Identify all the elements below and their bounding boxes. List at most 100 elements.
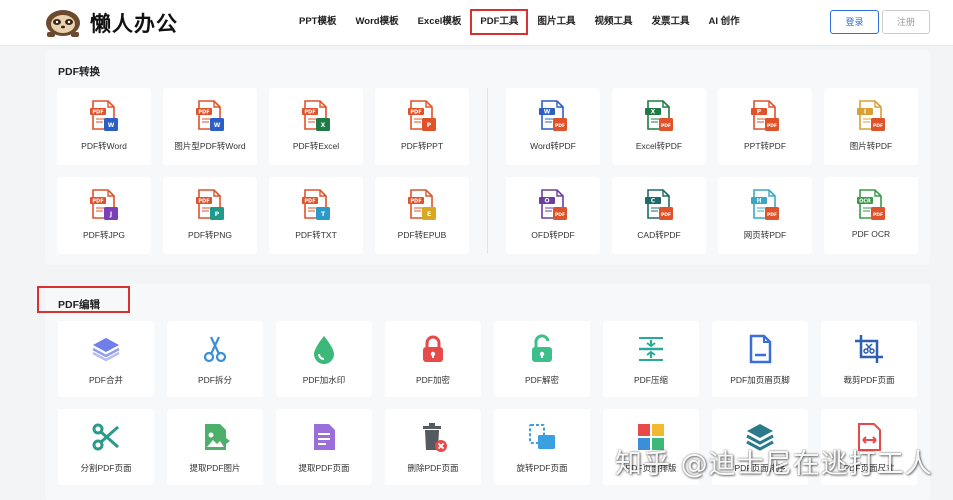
site-logo[interactable]: 懒人办公 [44, 7, 194, 39]
convert-tool-label: 图片型PDF转Word [174, 141, 246, 151]
convert-tool-card[interactable]: H PDF 网页转PDF [718, 177, 812, 254]
file-convert-icon: X PDF [642, 99, 676, 138]
svg-text:O: O [544, 198, 549, 205]
svg-text:OCR: OCR [859, 199, 871, 205]
convert-tool-card[interactable]: PDF W 图片型PDF转Word [163, 88, 257, 165]
edit-tool-label: 删除PDF页面 [407, 463, 459, 473]
convert-tool-card[interactable]: P PDF PPT转PDF [718, 88, 812, 165]
pdf-convert-title: PDF转换 [58, 66, 100, 78]
login-button[interactable]: 登录 [830, 10, 879, 34]
convert-tool-label: OFD转PDF [531, 230, 575, 240]
svg-text:PDF: PDF [304, 199, 315, 205]
convert-tool-label: PDF转TXT [295, 230, 337, 240]
nav-item[interactable]: Word模板 [346, 10, 407, 34]
edit-tool-label: PDF加水印 [302, 375, 346, 385]
unlock-icon [526, 333, 558, 370]
svg-text:PDF: PDF [92, 199, 103, 205]
file-convert-icon: PDF P [405, 99, 439, 138]
svg-text:C: C [651, 198, 656, 205]
rotate-icon [526, 421, 558, 458]
convert-tool-card[interactable]: X PDF Excel转PDF [612, 88, 706, 165]
svg-text:P: P [427, 122, 432, 129]
svg-text:PDF: PDF [873, 123, 883, 129]
layers-icon [90, 333, 122, 370]
svg-text:PDF: PDF [661, 212, 671, 218]
file-convert-icon: PDF P [193, 188, 227, 227]
edit-tool-card[interactable]: PDF解密 [494, 321, 590, 397]
edit-tool-card[interactable]: PDF拆分 [167, 321, 263, 397]
svg-text:W: W [214, 122, 221, 129]
nav-item[interactable]: 视频工具 [585, 10, 641, 34]
file-convert-icon: PDF X [299, 99, 333, 138]
convert-tool-card[interactable]: PDF E PDF转EPUB [375, 177, 469, 254]
convert-tool-card[interactable]: C PDF CAD转PDF [612, 177, 706, 254]
highlight-box [37, 286, 130, 313]
edit-tool-label: PDF合并 [88, 375, 123, 385]
edit-tool-card[interactable]: PDF加水印 [276, 321, 372, 397]
file-convert-icon: PDF W [193, 99, 227, 138]
nav-item[interactable]: 发票工具 [642, 10, 698, 34]
edit-tool-label: PDF加密 [415, 375, 450, 385]
convert-tool-card[interactable]: PDF X PDF转Excel [269, 88, 363, 165]
edit-tool-card[interactable]: PDF压缩 [603, 321, 699, 397]
crop-icon [853, 333, 885, 370]
section-divider [487, 88, 488, 253]
convert-tool-card[interactable]: I PDF 图片转PDF [824, 88, 918, 165]
convert-tool-label: PPT转PDF [743, 141, 787, 151]
convert-tool-label: PDF转PPT [400, 141, 444, 151]
convert-tool-card[interactable]: PDF P PDF转PNG [163, 177, 257, 254]
file-convert-icon: I PDF [854, 99, 888, 138]
svg-text:PDF: PDF [410, 110, 421, 116]
svg-text:PDF: PDF [304, 110, 315, 116]
svg-text:P: P [757, 109, 762, 116]
file-convert-icon: PDF W [87, 99, 121, 138]
edit-tool-card[interactable]: 提取PDF页面 [276, 409, 372, 485]
convert-tool-card[interactable]: W PDF Word转PDF [506, 88, 600, 165]
edit-tool-card[interactable]: 裁剪PDF页面 [821, 321, 917, 397]
convert-tool-label: CAD转PDF [637, 230, 681, 240]
nav-item[interactable]: Excel模板 [409, 10, 471, 34]
svg-text:E: E [427, 211, 431, 218]
file-convert-icon: H PDF [748, 188, 782, 227]
watermark-text: 知乎 @迪士尼在逃打工人 [615, 449, 933, 480]
edit-tool-card[interactable]: 提取PDF图片 [167, 409, 263, 485]
logo-text: 懒人办公 [90, 12, 178, 36]
svg-text:I: I [864, 109, 866, 116]
svg-text:PDF: PDF [410, 199, 421, 205]
edit-tool-card[interactable]: 分割PDF页面 [58, 409, 154, 485]
svg-text:PDF: PDF [198, 110, 209, 116]
convert-tool-label: 网页转PDF [743, 230, 787, 240]
edit-tool-card[interactable]: PDF加密 [385, 321, 481, 397]
edit-tool-card[interactable]: 旋转PDF页面 [494, 409, 590, 485]
lock-icon [417, 333, 449, 370]
convert-tool-label: Word转PDF [530, 141, 576, 151]
nav-item[interactable]: PDF工具 [470, 9, 529, 35]
edit-tool-card[interactable]: PDF合并 [58, 321, 154, 397]
convert-tool-label: 图片转PDF [849, 141, 893, 151]
edit-tool-card[interactable]: PDF加页眉页脚 [712, 321, 808, 397]
convert-tool-card[interactable]: O PDF OFD转PDF [506, 177, 600, 254]
edit-tool-card[interactable]: 删除PDF页面 [385, 409, 481, 485]
convert-tool-card[interactable]: PDF P PDF转PPT [375, 88, 469, 165]
compress-icon [635, 333, 667, 370]
svg-text:PDF: PDF [661, 123, 671, 129]
file-convert-icon: OCR PDF [854, 188, 888, 227]
svg-text:PDF: PDF [873, 212, 883, 218]
nav-item[interactable]: AI 创作 [699, 10, 748, 34]
convert-tool-card[interactable]: PDF J PDF转JPG [57, 177, 151, 254]
edit-tool-label: PDF解密 [524, 375, 559, 385]
convert-tool-card[interactable]: PDF W PDF转Word [57, 88, 151, 165]
nav-item[interactable]: 图片工具 [528, 10, 584, 34]
convert-tool-label: PDF OCR [851, 229, 891, 239]
svg-text:X: X [651, 109, 656, 116]
convert-tool-card[interactable]: PDF T PDF转TXT [269, 177, 363, 254]
edit-tool-label: PDF加页眉页脚 [730, 375, 790, 385]
edit-tool-label: 提取PDF页面 [298, 463, 350, 473]
nav-item[interactable]: PPT模板 [290, 10, 345, 34]
edit-tool-label: PDF压缩 [633, 375, 668, 385]
convert-tool-card[interactable]: OCR PDF PDF OCR [824, 177, 918, 254]
svg-text:PDF: PDF [555, 212, 565, 218]
register-button[interactable]: 注册 [882, 10, 930, 34]
svg-text:H: H [756, 198, 761, 205]
svg-text:X: X [321, 122, 326, 129]
